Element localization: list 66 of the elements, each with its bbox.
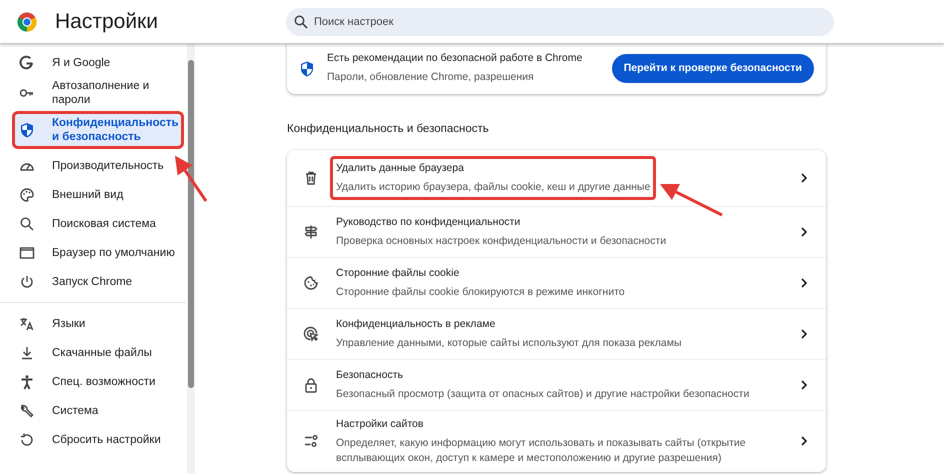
search-field[interactable]: Поиск настроек <box>286 8 834 36</box>
row-title: Сторонние файлы cookie <box>336 266 460 282</box>
chevron-right-icon <box>800 173 808 184</box>
shield-icon <box>300 60 314 76</box>
translate-icon <box>19 316 35 332</box>
sidebar-item[interactable]: Система <box>0 396 184 425</box>
sidebar-item[interactable]: Скачанные файлы <box>0 338 184 367</box>
row-title: Настройки сайтов <box>336 417 424 432</box>
signpost-icon <box>303 224 319 240</box>
sliders-icon <box>303 433 319 450</box>
row-description: Управление данными, которые сайты используют для показа рекламы <box>336 336 682 351</box>
lock-icon <box>303 377 319 393</box>
settings-row[interactable]: Сторонние файлы cookie Сторонние файлы cookie блокируются в режиме инкогнито <box>287 257 826 308</box>
settings-row[interactable]: Настройки сайтов Определяет, какую информацию могут использовать и показывать сайты (открытие всплывающих окон, доступ к камере и местоположению и другие разрешения) <box>287 410 826 472</box>
sidebar-item[interactable]: Браузер по умолчанию <box>0 238 184 267</box>
safety-check-button[interactable]: Перейти к проверке безопасности <box>612 54 814 83</box>
sidebar-item[interactable]: Автозаполнение и пароли <box>0 77 184 109</box>
section-title: Конфиденциальность и безопасность <box>287 122 490 137</box>
trash-icon <box>303 170 319 186</box>
palette-icon <box>19 186 35 202</box>
wrench-icon <box>19 402 35 418</box>
settings-row[interactable]: Безопасность Безопасный просмотр (защита от опасных сайтов) и другие настройки безопасности <box>287 359 826 410</box>
settings-row[interactable]: Удалить данные браузера Удалить историю браузера, файлы cookie, кеш и другие данные <box>287 150 826 206</box>
download-icon <box>19 344 35 360</box>
g-letter-icon <box>19 54 35 70</box>
row-description: Сторонние файлы cookie блокируются в режиме инкогнито <box>336 284 626 300</box>
sidebar-item[interactable]: Языки <box>0 309 184 338</box>
chevron-right-icon <box>800 278 808 288</box>
browser-logo-icon <box>17 12 37 32</box>
chevron-right-icon <box>800 436 808 446</box>
row-description: Удалить историю браузера, файлы cookie, кеш и другие данные <box>336 180 650 195</box>
search-icon <box>19 216 35 232</box>
sidebar-item[interactable]: Конфиденциальность и безопасность <box>12 111 184 149</box>
sidebar-item[interactable]: Сбросить настройки <box>0 425 184 454</box>
sidebar-item[interactable]: Запуск Chrome <box>0 267 184 296</box>
window-icon <box>19 244 35 260</box>
page-title: Настройки <box>55 8 158 35</box>
row-title: Безопасность <box>336 368 404 384</box>
row-description: Проверка основных настроек конфиденциальности и безопасности <box>336 234 668 249</box>
chevron-right-icon <box>800 329 808 339</box>
row-description: Безопасный просмотр (защита от опасных сайтов) и другие настройки безопасности <box>336 386 750 402</box>
sidebar-item[interactable]: Внешний вид <box>0 180 184 209</box>
shield-icon <box>19 122 35 138</box>
card-title: Есть рекомендации по безопасной работе в Chrome <box>327 51 584 66</box>
reset-icon <box>19 432 35 448</box>
sidebar-item[interactable]: Спец. возможности <box>0 367 184 396</box>
sidebar-item[interactable]: Я и Google <box>0 48 184 77</box>
power-icon <box>19 274 35 290</box>
row-title: Удалить данные браузера <box>336 161 465 176</box>
sidebar-item[interactable]: Поисковая система <box>0 209 184 238</box>
row-title: Руководство по конфиденциальности <box>336 215 522 230</box>
search-icon <box>294 14 308 28</box>
card-subtitle: Пароли, обновление Chrome, разрешения <box>327 70 535 85</box>
row-description: Определяет, какую информацию могут использовать и показывать сайты (открытие всплывающих окон, доступ к камере и местоположению и другие разрешения) <box>336 436 747 466</box>
chevron-right-icon <box>800 227 808 237</box>
chevron-right-icon <box>800 380 808 390</box>
annotation-arrow <box>660 184 723 216</box>
cursor-target-icon <box>303 326 319 342</box>
cookie-icon <box>303 275 319 291</box>
person-icon <box>19 374 35 390</box>
settings-row[interactable]: Руководство по конфиденциальности Проверка основных настроек конфиденциальности и безопасности <box>287 206 826 257</box>
scrollbar-thumb[interactable] <box>188 60 194 388</box>
row-title: Конфиденциальность в рекламе <box>336 317 496 332</box>
settings-row[interactable]: Конфиденциальность в рекламе Управление данными, которые сайты используют для показа рекламы <box>287 308 826 359</box>
sidebar-item[interactable]: Производительность <box>0 151 184 180</box>
annotation-arrow <box>174 156 208 202</box>
